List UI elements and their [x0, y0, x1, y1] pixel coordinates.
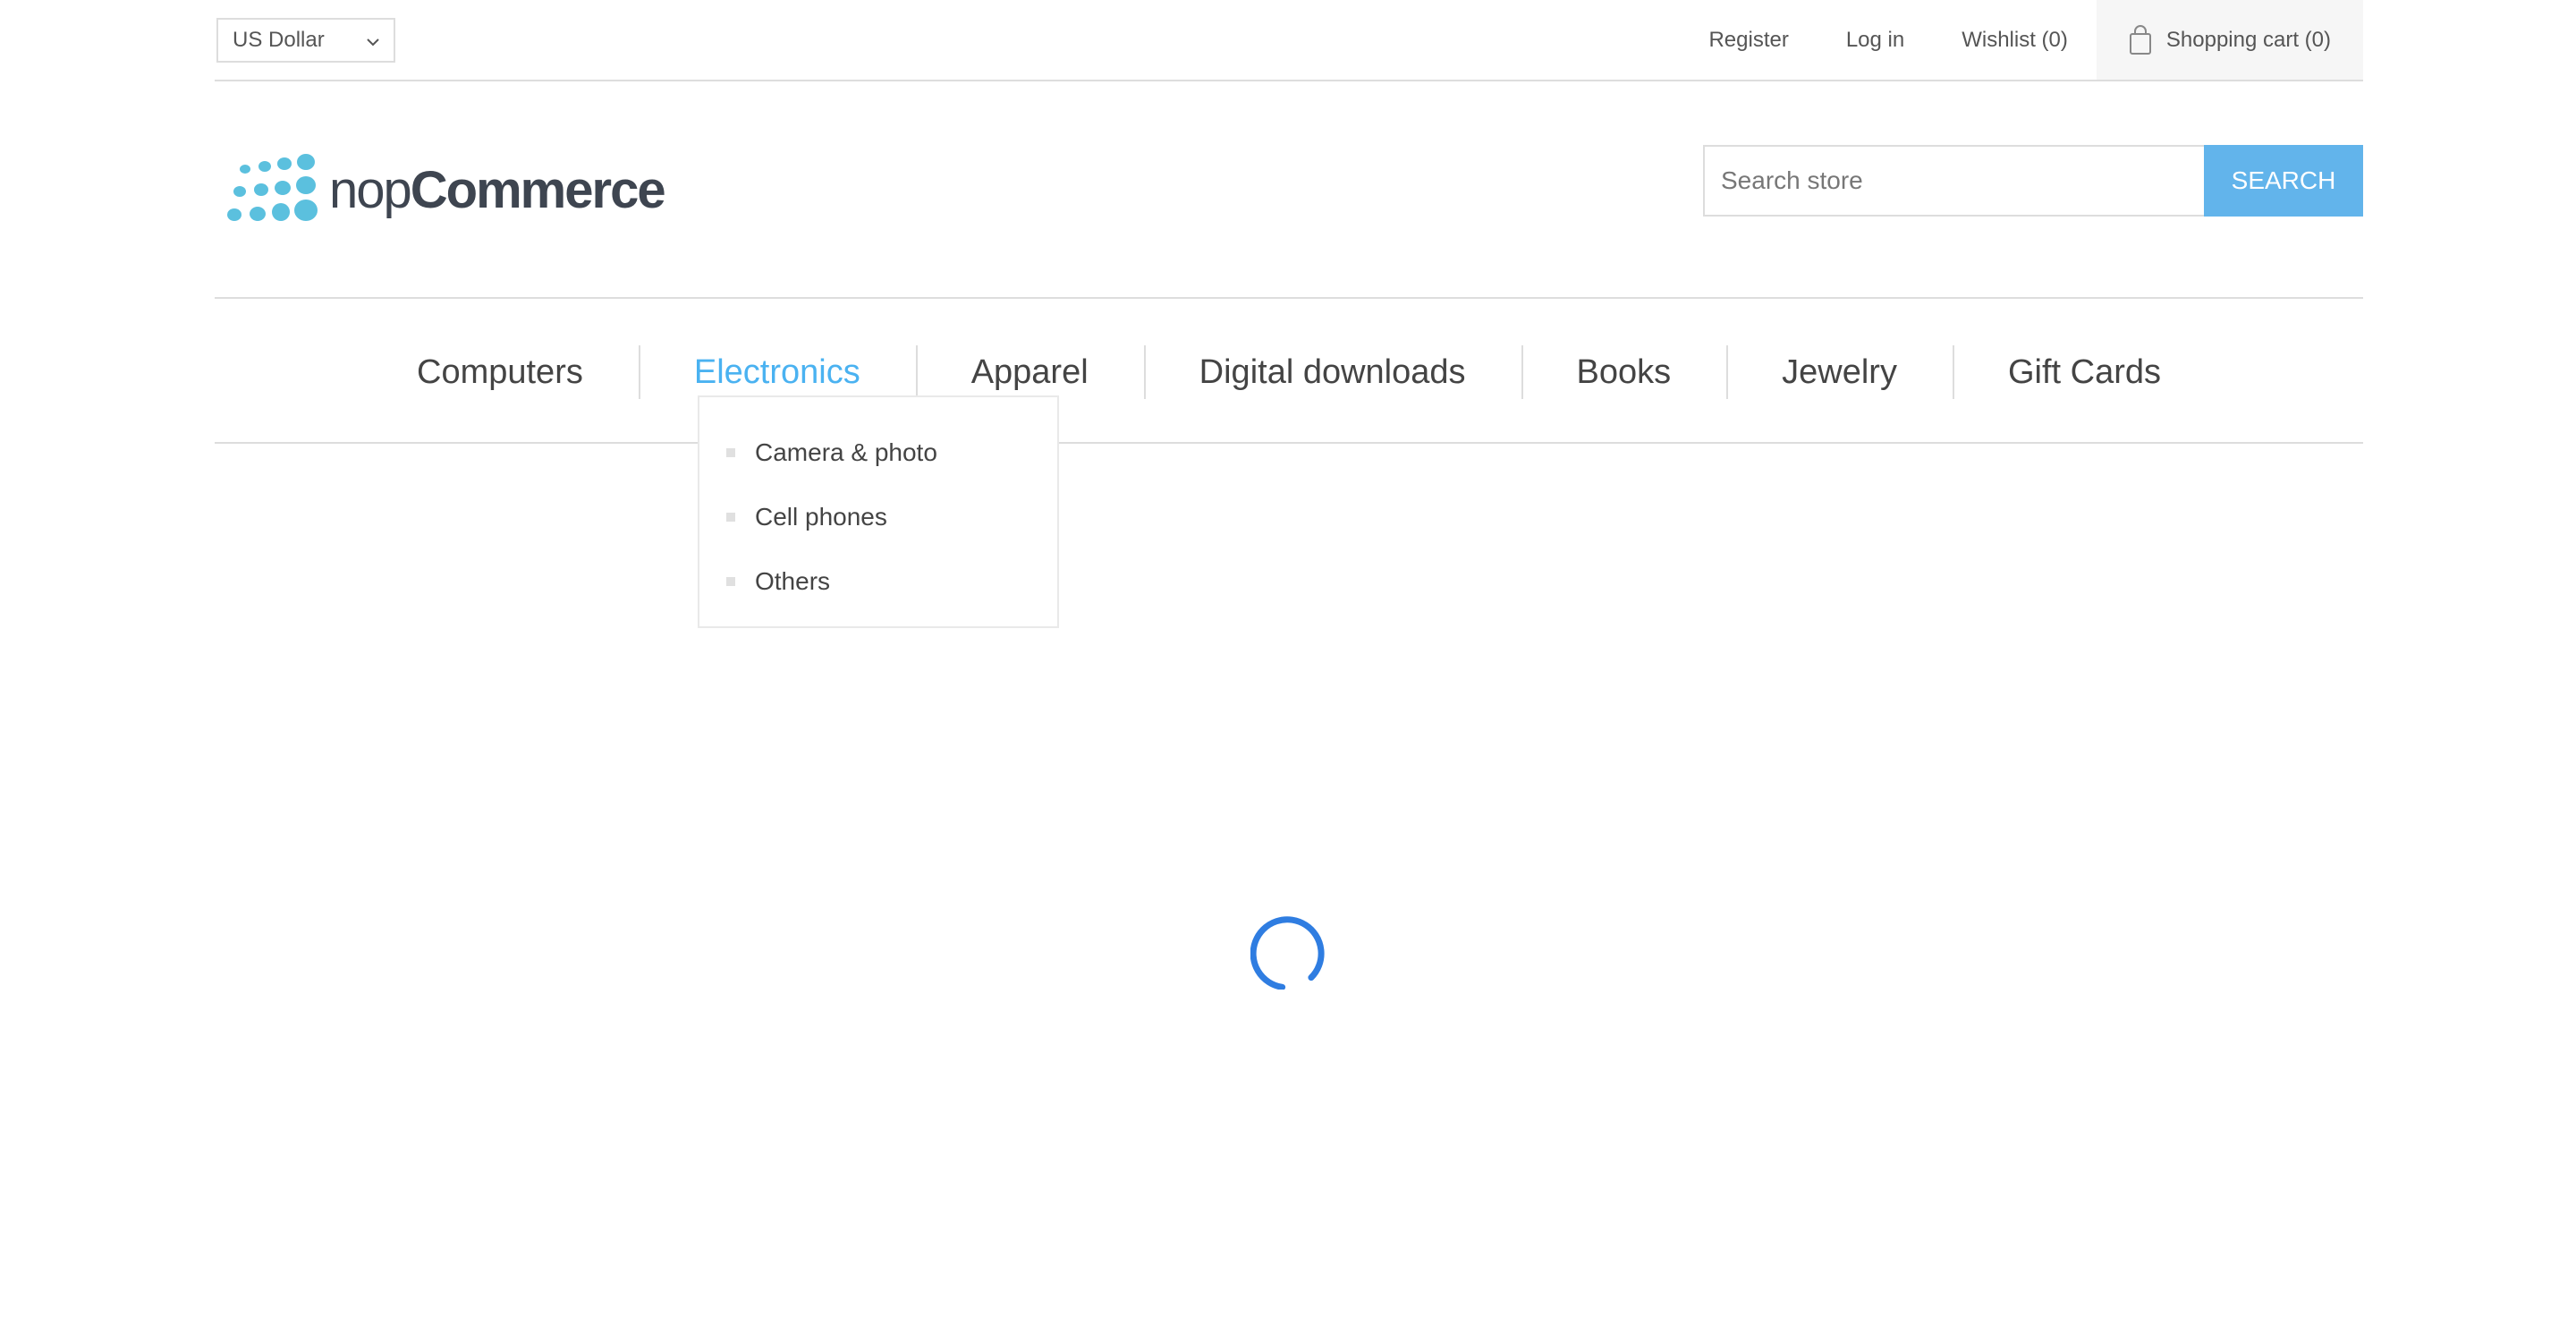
shopping-bag-icon — [2129, 24, 2151, 55]
bullet-icon — [726, 448, 735, 457]
header-menu: Computers Electronics Apparel Digital do… — [215, 297, 2363, 444]
submenu-item-others[interactable]: Others — [699, 549, 1057, 614]
logo-dots-icon — [227, 154, 318, 221]
search-button[interactable]: SEARCH — [2204, 145, 2363, 217]
wishlist-link[interactable]: Wishlist (0) — [1933, 0, 2097, 80]
register-link[interactable]: Register — [1680, 0, 1817, 80]
currency-selected-value: US Dollar — [233, 28, 325, 52]
submenu-item-label: Cell phones — [755, 503, 887, 531]
menu-item-electronics[interactable]: Electronics — [638, 345, 916, 399]
search-box: SEARCH — [1703, 145, 2363, 217]
shopping-cart-label: Shopping cart (0) — [2165, 27, 2331, 52]
menu-item-digital-downloads[interactable]: Digital downloads — [1143, 345, 1521, 399]
bullet-icon — [726, 577, 735, 586]
currency-select[interactable]: US Dollar — [216, 18, 395, 63]
logo-text: nopCommerce — [329, 165, 666, 217]
top-menu: Computers Electronics Apparel Digital do… — [215, 345, 2363, 399]
submenu-item-label: Camera & photo — [755, 438, 937, 466]
shopping-cart-link[interactable]: Shopping cart (0) — [2096, 0, 2363, 80]
menu-item-apparel[interactable]: Apparel — [915, 345, 1144, 399]
menu-item-computers[interactable]: Computers — [361, 345, 639, 399]
submenu-item-label: Others — [755, 567, 831, 595]
electronics-submenu: Camera & photo Cell phones Others — [698, 395, 1059, 628]
header-upper: US Dollar Register Log in Wishlist (0) S… — [215, 0, 2363, 81]
submenu-item-camera-photo[interactable]: Camera & photo — [699, 421, 1057, 485]
menu-item-books[interactable]: Books — [1521, 345, 1727, 399]
chevron-down-icon — [367, 38, 379, 47]
logo-text-nop: nop — [329, 161, 412, 219]
spinner-icon — [1250, 916, 1325, 990]
menu-item-jewelry[interactable]: Jewelry — [1726, 345, 1953, 399]
bullet-icon — [726, 513, 735, 522]
submenu-item-cell-phones[interactable]: Cell phones — [699, 485, 1057, 549]
page: US Dollar Register Log in Wishlist (0) S… — [0, 0, 2576, 1317]
logo-text-commerce: Commerce — [410, 161, 666, 219]
store-logo[interactable]: nopCommerce — [218, 150, 666, 231]
header-links: Register Log in Wishlist (0) Shopping ca… — [1680, 0, 2363, 80]
search-input[interactable] — [1703, 145, 2204, 217]
login-link[interactable]: Log in — [1818, 0, 1933, 80]
menu-item-gift-cards[interactable]: Gift Cards — [1952, 345, 2216, 399]
